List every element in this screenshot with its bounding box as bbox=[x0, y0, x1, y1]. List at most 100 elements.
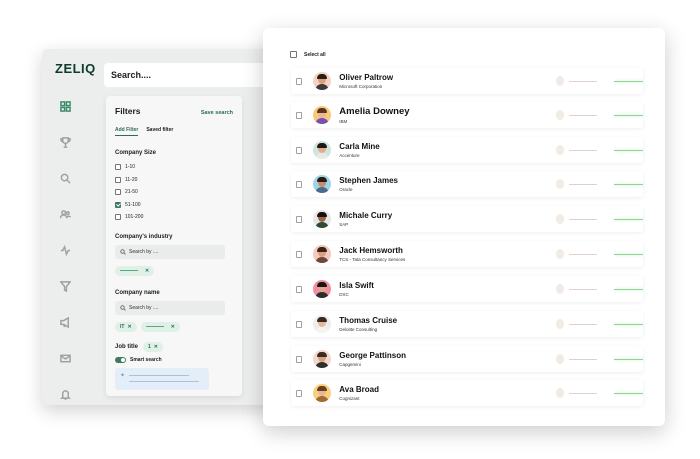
person-company: DXC bbox=[339, 291, 349, 297]
nav-people[interactable] bbox=[54, 203, 76, 225]
close-icon[interactable]: ✕ bbox=[127, 324, 131, 330]
person-name[interactable]: George Pattinson bbox=[339, 351, 493, 361]
person-name[interactable]: Ava Broad bbox=[339, 385, 493, 395]
person-name[interactable]: Amelia Downey bbox=[339, 106, 493, 118]
job-title-label: Job title bbox=[115, 343, 139, 350]
search-icon bbox=[120, 248, 126, 255]
row-checkbox[interactable] bbox=[296, 77, 303, 85]
tab-saved-filter[interactable]: Saved filter bbox=[146, 127, 173, 136]
person-company: IBM bbox=[339, 118, 348, 124]
table-row[interactable]: Jack Hemsworth TCS - Tata Consultancy Ser… bbox=[291, 241, 644, 267]
table-row[interactable]: Carla Mine Accenture bbox=[291, 137, 644, 163]
phone-status-dot bbox=[555, 214, 565, 224]
nav-notifications[interactable] bbox=[54, 383, 76, 405]
phone-placeholder-line bbox=[569, 253, 597, 255]
row-checkbox[interactable] bbox=[296, 215, 303, 223]
person-name[interactable]: Michale Curry bbox=[339, 211, 493, 221]
row-checkbox[interactable] bbox=[296, 320, 303, 328]
nav-rail bbox=[54, 95, 76, 405]
trophy-icon bbox=[59, 136, 71, 148]
person-name[interactable]: Oliver Paltrow bbox=[339, 73, 493, 83]
nav-campaigns[interactable] bbox=[54, 311, 76, 333]
row-checkbox[interactable] bbox=[296, 285, 303, 293]
email-placeholder-line bbox=[613, 218, 644, 220]
row-checkbox[interactable] bbox=[296, 180, 303, 188]
phone-status-dot bbox=[555, 145, 565, 155]
person-name[interactable]: Isla Swift bbox=[339, 281, 493, 291]
phone-placeholder-line bbox=[569, 114, 597, 116]
avatar bbox=[313, 315, 332, 333]
table-row[interactable]: Amelia Downey IBM bbox=[291, 102, 644, 128]
person-name[interactable]: Jack Hemsworth bbox=[339, 246, 493, 256]
checkbox[interactable] bbox=[115, 189, 121, 196]
nav-activity[interactable] bbox=[54, 239, 76, 261]
select-all[interactable]: Select all bbox=[290, 51, 326, 58]
phone-placeholder-line bbox=[569, 183, 597, 185]
nav-dashboard[interactable] bbox=[54, 95, 76, 117]
size-option-51-100[interactable]: 51-100 bbox=[115, 199, 233, 212]
person-name[interactable]: Stephen James bbox=[339, 176, 493, 186]
person-name[interactable]: Carla Mine bbox=[339, 142, 493, 152]
row-checkbox[interactable] bbox=[296, 146, 303, 154]
phone-status-dot bbox=[555, 354, 565, 364]
search-icon bbox=[60, 173, 71, 184]
table-row[interactable]: Michale Curry SAP bbox=[291, 206, 644, 232]
avatar bbox=[313, 245, 332, 263]
nav-mail[interactable] bbox=[54, 347, 76, 369]
table-row[interactable]: Thomas Cruise Deloitte Consulting bbox=[291, 311, 644, 337]
close-icon[interactable]: ✕ bbox=[154, 344, 158, 350]
smart-search-toggle[interactable] bbox=[115, 356, 126, 363]
email-placeholder-line bbox=[613, 183, 644, 185]
app-logo: ZELIQ bbox=[55, 61, 96, 76]
nav-filter[interactable] bbox=[54, 275, 76, 297]
search-icon bbox=[120, 304, 126, 311]
row-checkbox[interactable] bbox=[296, 111, 303, 119]
industry-chip[interactable]: ✕ bbox=[115, 265, 155, 276]
size-option-11-20[interactable]: 11-20 bbox=[115, 174, 233, 187]
row-checkbox[interactable] bbox=[296, 355, 303, 363]
person-company: SAP bbox=[339, 221, 349, 227]
avatar bbox=[313, 280, 332, 298]
checkbox-checked[interactable] bbox=[115, 201, 121, 208]
company-size-label: Company Size bbox=[115, 150, 157, 156]
nav-trophy[interactable] bbox=[54, 131, 76, 153]
company-name-search-input[interactable]: Search by .... bbox=[115, 300, 225, 315]
tab-add-filter[interactable]: Add Filter bbox=[115, 127, 139, 136]
avatar bbox=[313, 210, 332, 228]
smart-search-input[interactable]: ✦ bbox=[115, 367, 209, 390]
filters-title: Filters bbox=[115, 106, 141, 116]
job-title-count-chip[interactable]: 1 ✕ bbox=[143, 341, 163, 352]
table-row[interactable]: Oliver Paltrow Microsoft Corporation bbox=[291, 68, 644, 94]
text-placeholder-line bbox=[129, 380, 199, 382]
checkbox[interactable] bbox=[115, 164, 121, 171]
save-search-button[interactable]: Save search bbox=[201, 110, 233, 116]
email-placeholder-line bbox=[613, 392, 644, 394]
table-row[interactable]: Ava Broad Cognizant bbox=[291, 380, 644, 406]
phone-placeholder-line bbox=[569, 392, 597, 394]
close-icon[interactable]: ✕ bbox=[171, 324, 175, 330]
size-option-1-10[interactable]: 1-10 bbox=[115, 161, 233, 174]
checkbox[interactable] bbox=[115, 214, 121, 221]
avatar bbox=[313, 106, 332, 124]
row-checkbox[interactable] bbox=[296, 250, 303, 258]
industry-search-input[interactable]: Search by .... bbox=[115, 244, 225, 259]
person-company: Cognizant bbox=[339, 395, 360, 401]
chip-placeholder-line bbox=[145, 326, 164, 327]
avatar bbox=[313, 141, 332, 159]
table-row[interactable]: George Pattinson Capgemini bbox=[291, 346, 644, 372]
phone-placeholder-line bbox=[569, 288, 597, 290]
search-input[interactable]: Search.... bbox=[104, 63, 282, 87]
checkbox[interactable] bbox=[115, 176, 121, 183]
size-option-21-50[interactable]: 21-50 bbox=[115, 186, 233, 199]
email-placeholder-line bbox=[613, 80, 644, 82]
nav-search[interactable] bbox=[54, 167, 76, 189]
table-row[interactable]: Stephen James Oracle bbox=[291, 171, 644, 197]
select-all-checkbox[interactable] bbox=[290, 51, 297, 58]
size-option-101-200[interactable]: 101-200 bbox=[115, 211, 233, 224]
person-name[interactable]: Thomas Cruise bbox=[339, 316, 493, 326]
table-row[interactable]: Isla Swift DXC bbox=[291, 276, 644, 302]
company-chip-it[interactable]: IT ✕ bbox=[115, 321, 137, 332]
close-icon[interactable]: ✕ bbox=[145, 268, 149, 274]
row-checkbox[interactable] bbox=[296, 389, 303, 397]
company-chip[interactable]: ✕ bbox=[140, 321, 180, 332]
